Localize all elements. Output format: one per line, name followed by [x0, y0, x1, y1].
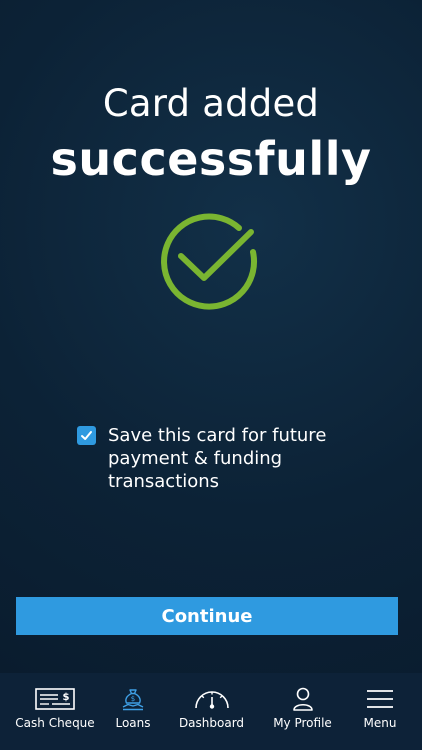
checkmark-icon: [81, 431, 92, 440]
save-card-checkbox[interactable]: [77, 426, 96, 445]
tab-loans[interactable]: $ Loans: [110, 673, 156, 750]
tab-dashboard[interactable]: Dashboard: [156, 673, 267, 750]
gauge-icon: [194, 691, 229, 709]
page-title-line1: Card added: [102, 82, 320, 125]
tab-my-profile[interactable]: My Profile: [267, 673, 338, 750]
tab-label-cash-cheque: Cash Cheque: [15, 716, 95, 730]
svg-text:$: $: [131, 695, 135, 703]
money-bag-icon: $: [122, 689, 144, 711]
card-added-screen: Card added successfully Save this card f…: [0, 0, 422, 750]
cheque-icon: $: [35, 688, 75, 710]
page-title-line2: successfully: [50, 132, 372, 186]
person-icon: [292, 687, 313, 711]
tab-label-my-profile: My Profile: [273, 716, 332, 730]
tab-cash-cheque[interactable]: $ Cash Cheque: [0, 673, 110, 750]
tab-label-dashboard: Dashboard: [178, 716, 245, 730]
continue-button[interactable]: Continue: [16, 597, 398, 635]
check-circle-icon: [161, 213, 258, 310]
tab-label-menu: Menu: [363, 716, 397, 730]
bottom-tab-bar: $ Cash Cheque $ Loans Dashboard My Profi…: [0, 673, 422, 750]
hamburger-icon: [367, 690, 393, 708]
tab-label-loans: Loans: [115, 716, 151, 730]
tab-menu[interactable]: Menu: [338, 673, 422, 750]
save-card-label: Save this card for future payment & fund…: [108, 425, 327, 492]
svg-text:$: $: [63, 692, 70, 703]
